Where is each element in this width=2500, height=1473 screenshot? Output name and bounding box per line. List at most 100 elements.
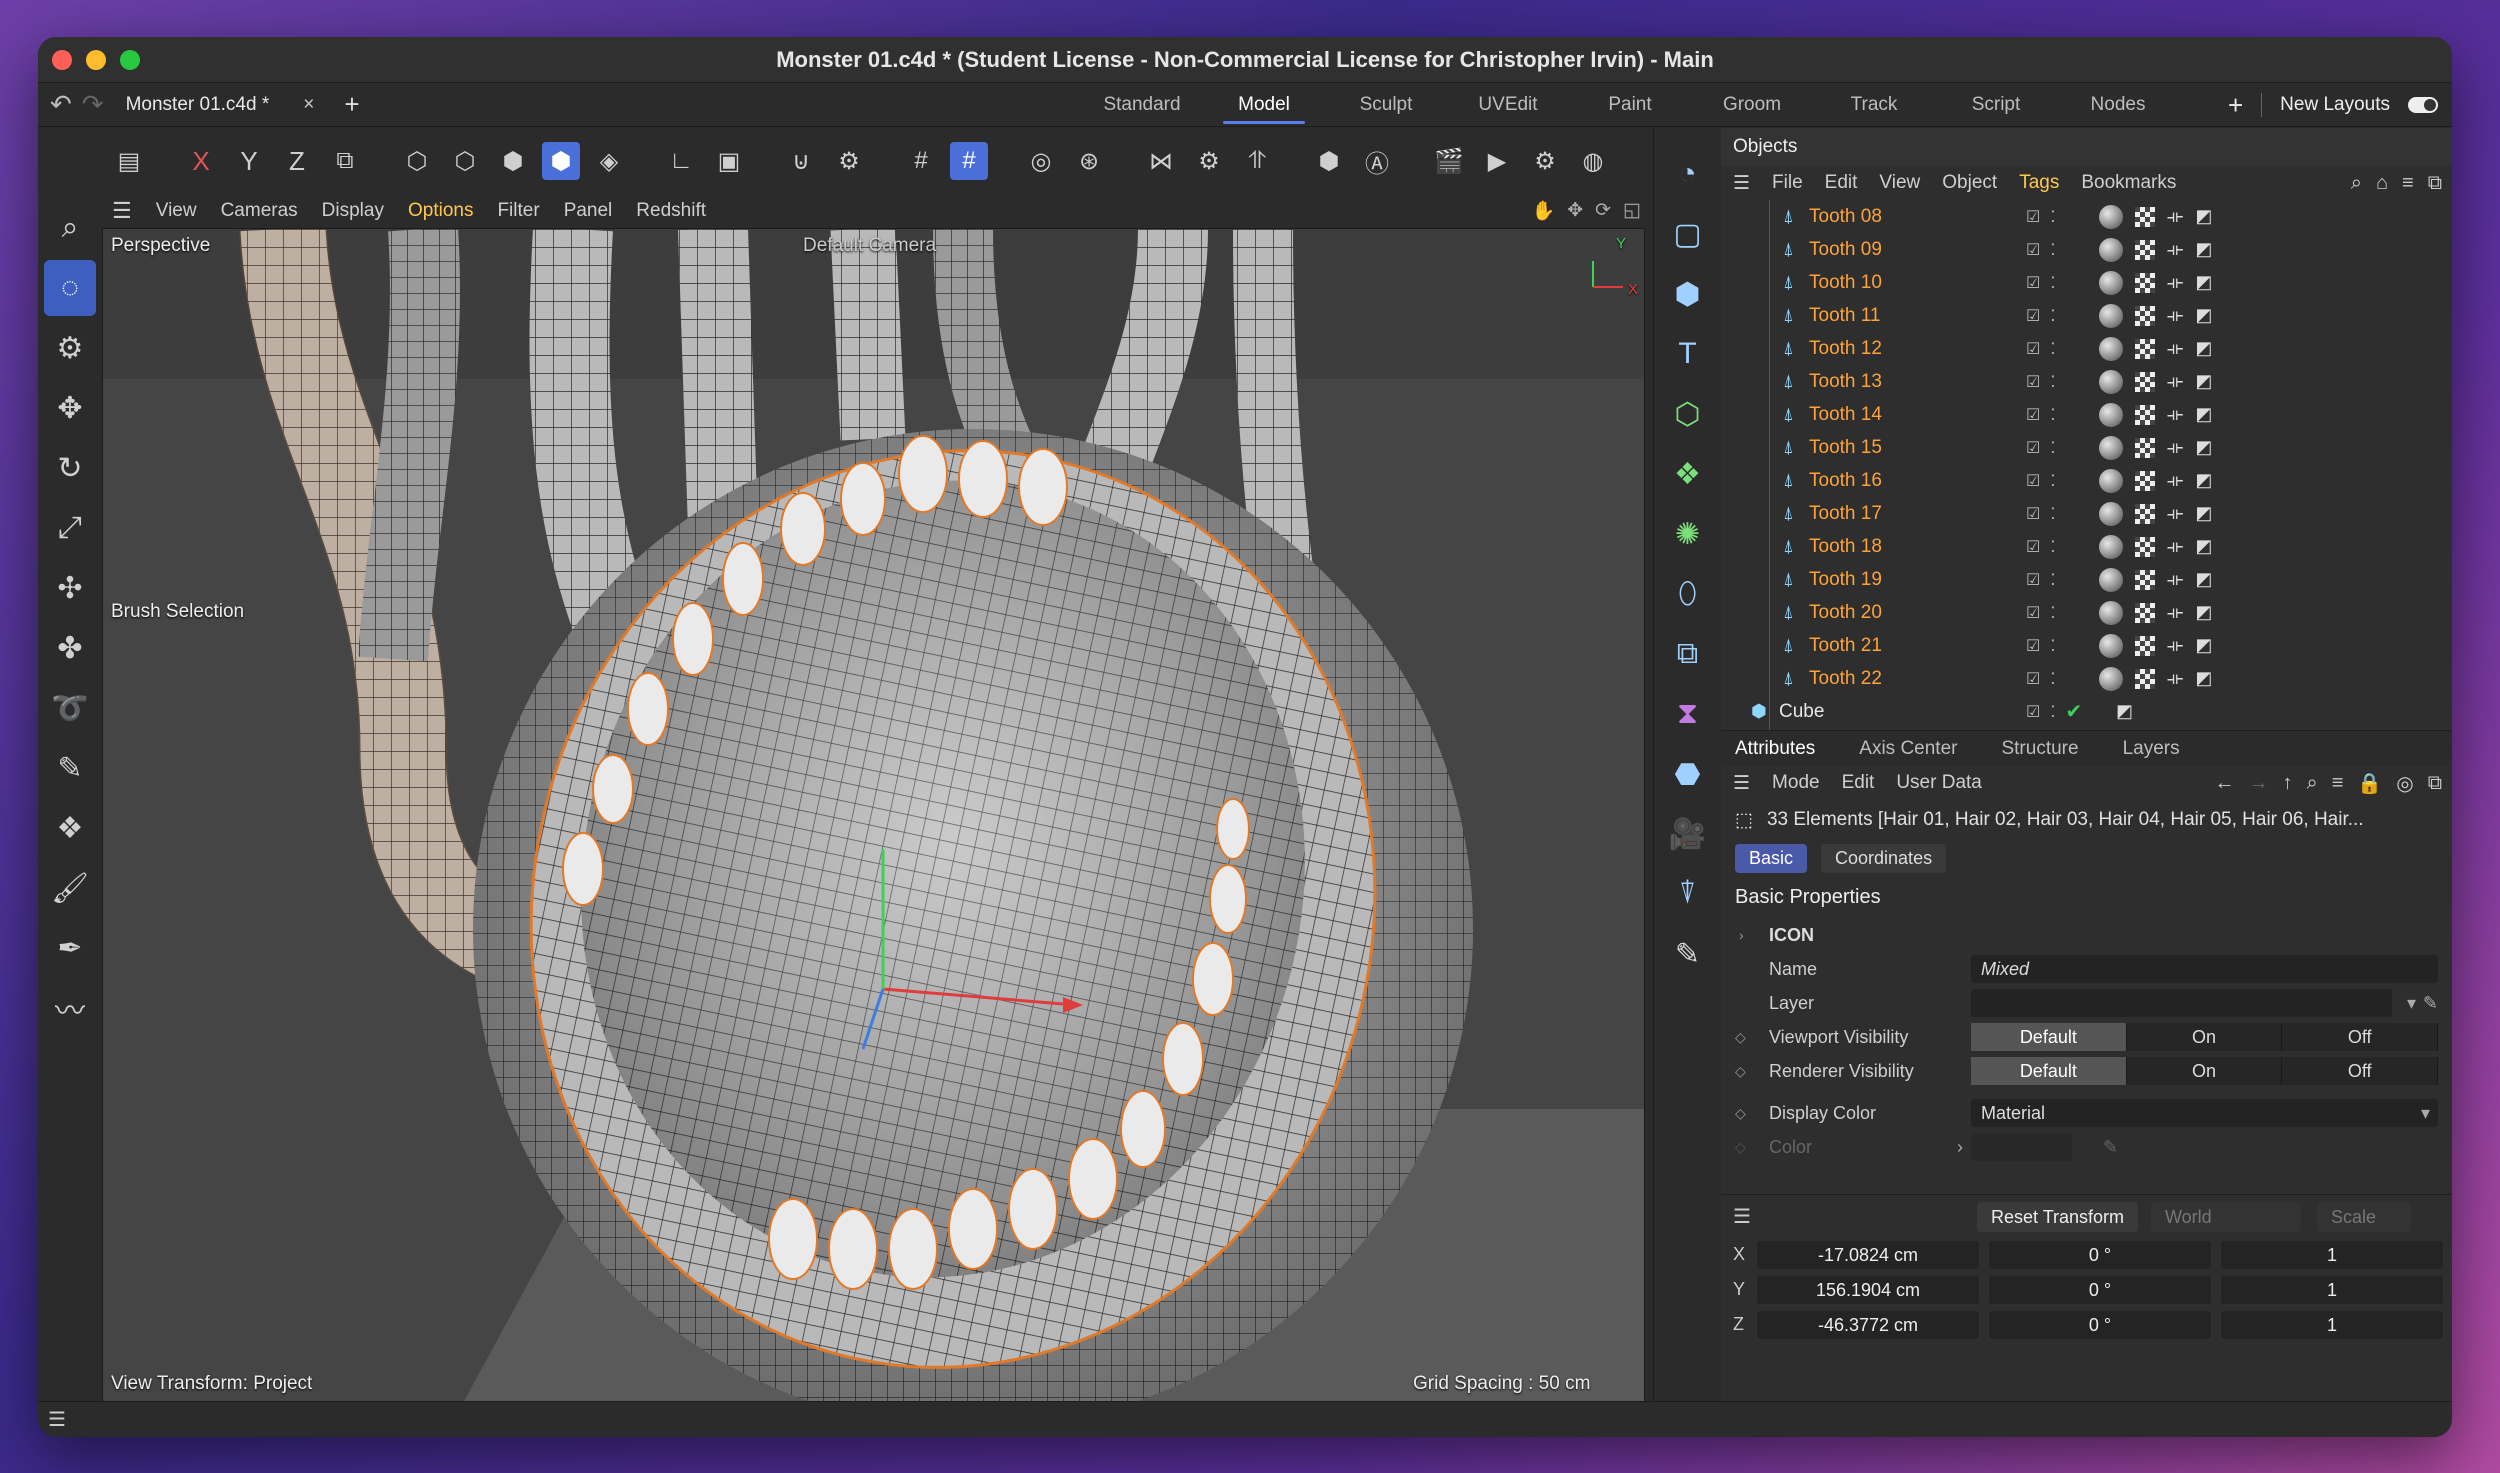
objects-panel-title[interactable]: Objects xyxy=(1721,128,2452,166)
archive-icon[interactable]: ▤ xyxy=(110,142,148,180)
renderer-visibility-off[interactable]: Off xyxy=(2282,1057,2439,1085)
subtab-coordinates[interactable]: Coordinates xyxy=(1821,843,1947,873)
object-tool-icon[interactable]: ⬢ xyxy=(1310,142,1348,180)
lasso-icon[interactable]: ➰ xyxy=(44,680,96,736)
attributes-menu-icon[interactable]: ☰ xyxy=(1733,772,1750,795)
render-settings-icon[interactable]: ⚙ xyxy=(1526,142,1564,180)
list-item[interactable]: ⍋ Tooth 08 ☑ ⁚ ⟛ ◩ xyxy=(1721,200,2452,233)
cloner-object-icon[interactable]: ❖ xyxy=(1662,448,1714,500)
default-camera-label[interactable]: Default Camera xyxy=(803,235,936,257)
axis-mode-icon[interactable]: ∟ xyxy=(662,142,700,180)
coordinate-system-icon[interactable]: ⧉ xyxy=(326,142,364,180)
search-icon[interactable]: ⌕ xyxy=(44,200,96,256)
move-tool-icon[interactable]: ✥ xyxy=(44,380,96,436)
filter-icon[interactable]: ≡ xyxy=(2332,772,2344,795)
status-menu-icon[interactable]: ☰ xyxy=(48,1407,66,1432)
workplane-icon[interactable]: # xyxy=(950,142,988,180)
list-item[interactable]: ⍋ Tooth 12 ☑ ⁚ ⟛ ◩ xyxy=(1721,332,2452,365)
pick-tool-icon[interactable]: ✎ xyxy=(44,740,96,796)
layout-tab-model[interactable]: Model xyxy=(1203,83,1325,127)
tab-layers[interactable]: Layers xyxy=(2123,738,2180,760)
renderer-visibility-on[interactable]: On xyxy=(2126,1057,2283,1085)
color-swatch[interactable] xyxy=(1971,1133,2072,1161)
icon-group[interactable]: › ICON xyxy=(1721,918,2452,952)
light-icon[interactable]: ⍒ xyxy=(1662,868,1714,920)
new-window-icon[interactable]: ⧉ xyxy=(2428,772,2442,795)
soft-transform-icon[interactable]: ✤ xyxy=(44,620,96,676)
space-dropdown[interactable]: World xyxy=(2151,1201,2301,1232)
new-window-icon[interactable]: ⧉ xyxy=(2428,172,2442,195)
brush-icon[interactable]: 🖌 xyxy=(44,860,96,916)
new-layouts-toggle[interactable] xyxy=(2408,97,2438,113)
texture-mode-icon[interactable]: ▣ xyxy=(710,142,748,180)
selection-tool-icon[interactable]: ◌ xyxy=(44,260,96,316)
menu-view[interactable]: View xyxy=(156,200,197,222)
tweak-tool-icon[interactable]: ⚙ xyxy=(44,320,96,376)
close-window-button[interactable] xyxy=(52,50,72,70)
list-item[interactable]: ⍋ Tooth 20 ☑ ⁚ ⟛ ◩ xyxy=(1721,596,2452,629)
tab-structure[interactable]: Structure xyxy=(2001,738,2078,760)
list-item[interactable]: ⍋ Tooth 18 ☑ ⁚ ⟛ ◩ xyxy=(1721,530,2452,563)
menu-display[interactable]: Display xyxy=(322,200,384,222)
list-item[interactable]: ⍋ Tooth 21 ☑ ⁚ ⟛ ◩ xyxy=(1721,629,2452,662)
effector-icon[interactable]: ✺ xyxy=(1662,508,1714,560)
symmetry-icon[interactable]: ⋈ xyxy=(1142,142,1180,180)
text-spline-icon[interactable]: T xyxy=(1662,328,1714,380)
home-icon[interactable]: ⌂ xyxy=(2376,172,2388,195)
snap-icon[interactable]: ⊍ xyxy=(782,142,820,180)
layout-tab-track[interactable]: Track xyxy=(1813,83,1935,127)
coordinates-menu-icon[interactable]: ☰ xyxy=(1733,1204,1751,1229)
brush-selection-label[interactable]: Brush Selection xyxy=(111,601,244,623)
spline-pen-icon[interactable]: ◔ xyxy=(1662,148,1714,200)
edit-mode-icon[interactable]: ✎ xyxy=(1662,928,1714,980)
renderer-visibility-default[interactable]: Default xyxy=(1971,1057,2127,1085)
document-tab[interactable]: Monster 01.c4d * × xyxy=(126,94,315,116)
dolly-icon[interactable]: ✥ xyxy=(1567,199,1583,223)
back-arrow-icon[interactable]: ← xyxy=(2214,772,2234,795)
keyframe-diamond-icon[interactable]: ◇ xyxy=(1735,1029,1746,1046)
menu-options[interactable]: Options xyxy=(408,200,473,222)
uv-mode-icon[interactable]: ◈ xyxy=(590,142,628,180)
zoom-window-button[interactable] xyxy=(120,50,140,70)
list-item[interactable]: ⍋ Tooth 11 ☑ ⁚ ⟛ ◩ xyxy=(1721,299,2452,332)
points-mode-icon[interactable]: ⬡ xyxy=(398,142,436,180)
eyedropper-icon[interactable]: ✎ xyxy=(2423,993,2438,1014)
snap-settings-icon[interactable]: ⚙ xyxy=(830,142,868,180)
attributes-menu-mode[interactable]: Mode xyxy=(1772,772,1820,794)
rotation-y-field[interactable]: 0 ° xyxy=(1989,1276,2211,1304)
redshift-icon[interactable]: ◍ xyxy=(1574,142,1612,180)
scale-z-field[interactable]: 1 xyxy=(2221,1311,2443,1339)
spline-tool-icon[interactable]: 〰 xyxy=(44,980,96,1036)
list-item[interactable]: ⍋ Tooth 14 ☑ ⁚ ⟛ ◩ xyxy=(1721,398,2452,431)
up-arrow-icon[interactable]: ↑ xyxy=(2282,772,2292,795)
objects-menu-file[interactable]: File xyxy=(1772,172,1803,194)
subtab-basic[interactable]: Basic xyxy=(1735,843,1808,873)
orbit-icon[interactable]: ⟳ xyxy=(1595,199,1611,223)
name-field[interactable]: Mixed xyxy=(1971,955,2438,983)
axis-x-lock[interactable]: X xyxy=(182,142,220,180)
search-icon[interactable]: ⌕ xyxy=(2306,772,2317,795)
layout-tab-nodes[interactable]: Nodes xyxy=(2057,83,2179,127)
reset-transform-button[interactable]: Reset Transform xyxy=(1977,1201,2139,1232)
chevron-down-icon[interactable]: ▾ xyxy=(2407,993,2416,1014)
layout-tab-sculpt[interactable]: Sculpt xyxy=(1325,83,1447,127)
mode-dropdown[interactable]: Scale xyxy=(2317,1201,2411,1232)
rotation-x-field[interactable]: 0 ° xyxy=(1989,1241,2211,1269)
layout-tab-standard[interactable]: Standard xyxy=(1081,83,1203,127)
redo-icon[interactable]: ↷ xyxy=(82,89,104,120)
objects-menu-tags[interactable]: Tags xyxy=(2019,172,2059,194)
list-item[interactable]: ⍋ Tooth 13 ☑ ⁚ ⟛ ◩ xyxy=(1721,365,2452,398)
search-icon[interactable]: ⌕ xyxy=(2351,172,2362,195)
polygons-mode-icon[interactable]: ⬢ xyxy=(494,142,532,180)
list-item[interactable]: ⍋ Tooth 16 ☑ ⁚ ⟛ ◩ xyxy=(1721,464,2452,497)
list-item-cube[interactable]: ⬢ Cube ☑ ⁚ ✔ ◩ xyxy=(1721,695,2452,728)
render-picture-icon[interactable]: ▶ xyxy=(1478,142,1516,180)
3d-viewport[interactable]: Perspective Default Camera Y X Brush Sel… xyxy=(102,228,1645,1402)
viewport-visibility-default[interactable]: Default xyxy=(1971,1023,2127,1051)
rotation-z-field[interactable]: 0 ° xyxy=(1989,1311,2211,1339)
pan-icon[interactable]: ✋ xyxy=(1532,199,1556,223)
position-x-field[interactable]: -17.0824 cm xyxy=(1757,1241,1979,1269)
layer-field[interactable] xyxy=(1971,989,2392,1017)
scale-x-field[interactable]: 1 xyxy=(2221,1241,2443,1269)
display-color-dropdown[interactable]: Material xyxy=(1971,1099,2438,1127)
